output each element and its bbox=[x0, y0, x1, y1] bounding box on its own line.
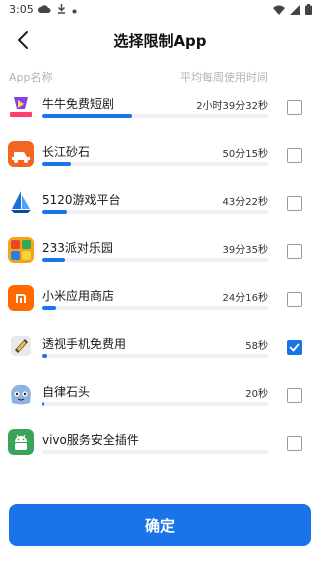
app-usage-time: 58秒 bbox=[245, 341, 268, 352]
usage-bar-fill bbox=[42, 114, 133, 118]
app-row-vivo[interactable]: vivo服务安全插件 bbox=[0, 420, 320, 468]
app-usage-time: 20秒 bbox=[245, 389, 268, 400]
usage-bar-track bbox=[42, 210, 268, 214]
checkmark-icon bbox=[289, 343, 300, 352]
app-select-checkbox[interactable] bbox=[287, 340, 302, 355]
signal-icon bbox=[290, 4, 300, 18]
app-row-toushi[interactable]: 透视手机免费用 58秒 bbox=[0, 324, 320, 372]
status-time: 3:05 bbox=[9, 3, 34, 16]
cloud-icon bbox=[38, 4, 51, 17]
nav-bar: 选择限制App bbox=[0, 22, 320, 58]
app-usage-time: 43分22秒 bbox=[222, 197, 268, 208]
list-header: App名称 平均每周使用时间 bbox=[0, 66, 320, 86]
battery-icon bbox=[305, 4, 312, 18]
usage-bar-track bbox=[42, 402, 268, 406]
usage-bar-track bbox=[42, 114, 268, 118]
app-row-zilv[interactable]: 自律石头 20秒 bbox=[0, 372, 320, 420]
app-select-checkbox[interactable] bbox=[287, 388, 302, 403]
download-icon bbox=[57, 4, 66, 17]
page-title: 选择限制App bbox=[113, 32, 207, 50]
app-row-mi-store[interactable]: 小米应用商店 24分16秒 bbox=[0, 276, 320, 324]
status-icons-left bbox=[38, 4, 77, 17]
usage-bar-fill bbox=[42, 402, 45, 406]
party-app-icon bbox=[8, 237, 34, 263]
app-row-233[interactable]: 233派对乐园 39分35秒 bbox=[0, 228, 320, 276]
changjiang-app-icon bbox=[8, 141, 34, 167]
app-select-checkbox[interactable] bbox=[287, 292, 302, 307]
app-row-changjiang[interactable]: 长江砂石 50分15秒 bbox=[0, 132, 320, 180]
android-app-icon bbox=[8, 429, 34, 455]
stone-app-icon bbox=[8, 381, 34, 407]
confirm-button[interactable]: 确定 bbox=[9, 504, 311, 546]
usage-bar-fill bbox=[42, 210, 67, 214]
notification-dot-icon bbox=[72, 4, 77, 17]
app-row-niuniu[interactable]: 牛牛免费短剧 2小时39分32秒 bbox=[0, 84, 320, 132]
app-name: 小米应用商店 bbox=[42, 289, 115, 303]
usage-bar-fill bbox=[42, 258, 65, 262]
app-name-column-header: App名称 bbox=[9, 71, 53, 84]
phone-app-icon bbox=[8, 333, 34, 359]
app-select-checkbox[interactable] bbox=[287, 100, 302, 115]
app-name: 233派对乐园 bbox=[42, 241, 113, 255]
usage-bar-track bbox=[42, 306, 268, 310]
app-select-checkbox[interactable] bbox=[287, 244, 302, 259]
app-usage-time: 39分35秒 bbox=[222, 245, 268, 256]
app-name: vivo服务安全插件 bbox=[42, 433, 139, 447]
app-select-checkbox[interactable] bbox=[287, 148, 302, 163]
app-usage-time: 2小时39分32秒 bbox=[196, 101, 268, 112]
usage-bar-track bbox=[42, 354, 268, 358]
status-icons-right bbox=[273, 4, 312, 18]
app-usage-time: 24分16秒 bbox=[222, 293, 268, 304]
niuniu-app-icon bbox=[8, 93, 34, 119]
app-row-5120[interactable]: 5120游戏平台 43分22秒 bbox=[0, 180, 320, 228]
app-name: 透视手机免费用 bbox=[42, 337, 127, 351]
sailboat-app-icon bbox=[8, 189, 34, 215]
usage-bar-fill bbox=[42, 354, 47, 358]
status-bar: 3:05 bbox=[0, 0, 320, 20]
app-name: 自律石头 bbox=[42, 385, 91, 399]
usage-bar-track bbox=[42, 162, 268, 166]
bottom-spacer bbox=[0, 560, 320, 568]
app-name: 5120游戏平台 bbox=[42, 193, 121, 207]
mi-store-app-icon bbox=[8, 285, 34, 311]
app-select-checkbox[interactable] bbox=[287, 436, 302, 451]
usage-bar-fill bbox=[42, 162, 72, 166]
usage-bar-fill bbox=[42, 306, 56, 310]
wifi-icon bbox=[273, 5, 285, 18]
usage-bar-track bbox=[42, 450, 268, 454]
weekly-usage-column-header: 平均每周使用时间 bbox=[180, 71, 268, 84]
app-select-checkbox[interactable] bbox=[287, 196, 302, 211]
app-usage-time: 50分15秒 bbox=[222, 149, 268, 160]
app-name: 长江砂石 bbox=[42, 145, 91, 159]
app-name: 牛牛免费短剧 bbox=[42, 97, 115, 111]
usage-bar-track bbox=[42, 258, 268, 262]
